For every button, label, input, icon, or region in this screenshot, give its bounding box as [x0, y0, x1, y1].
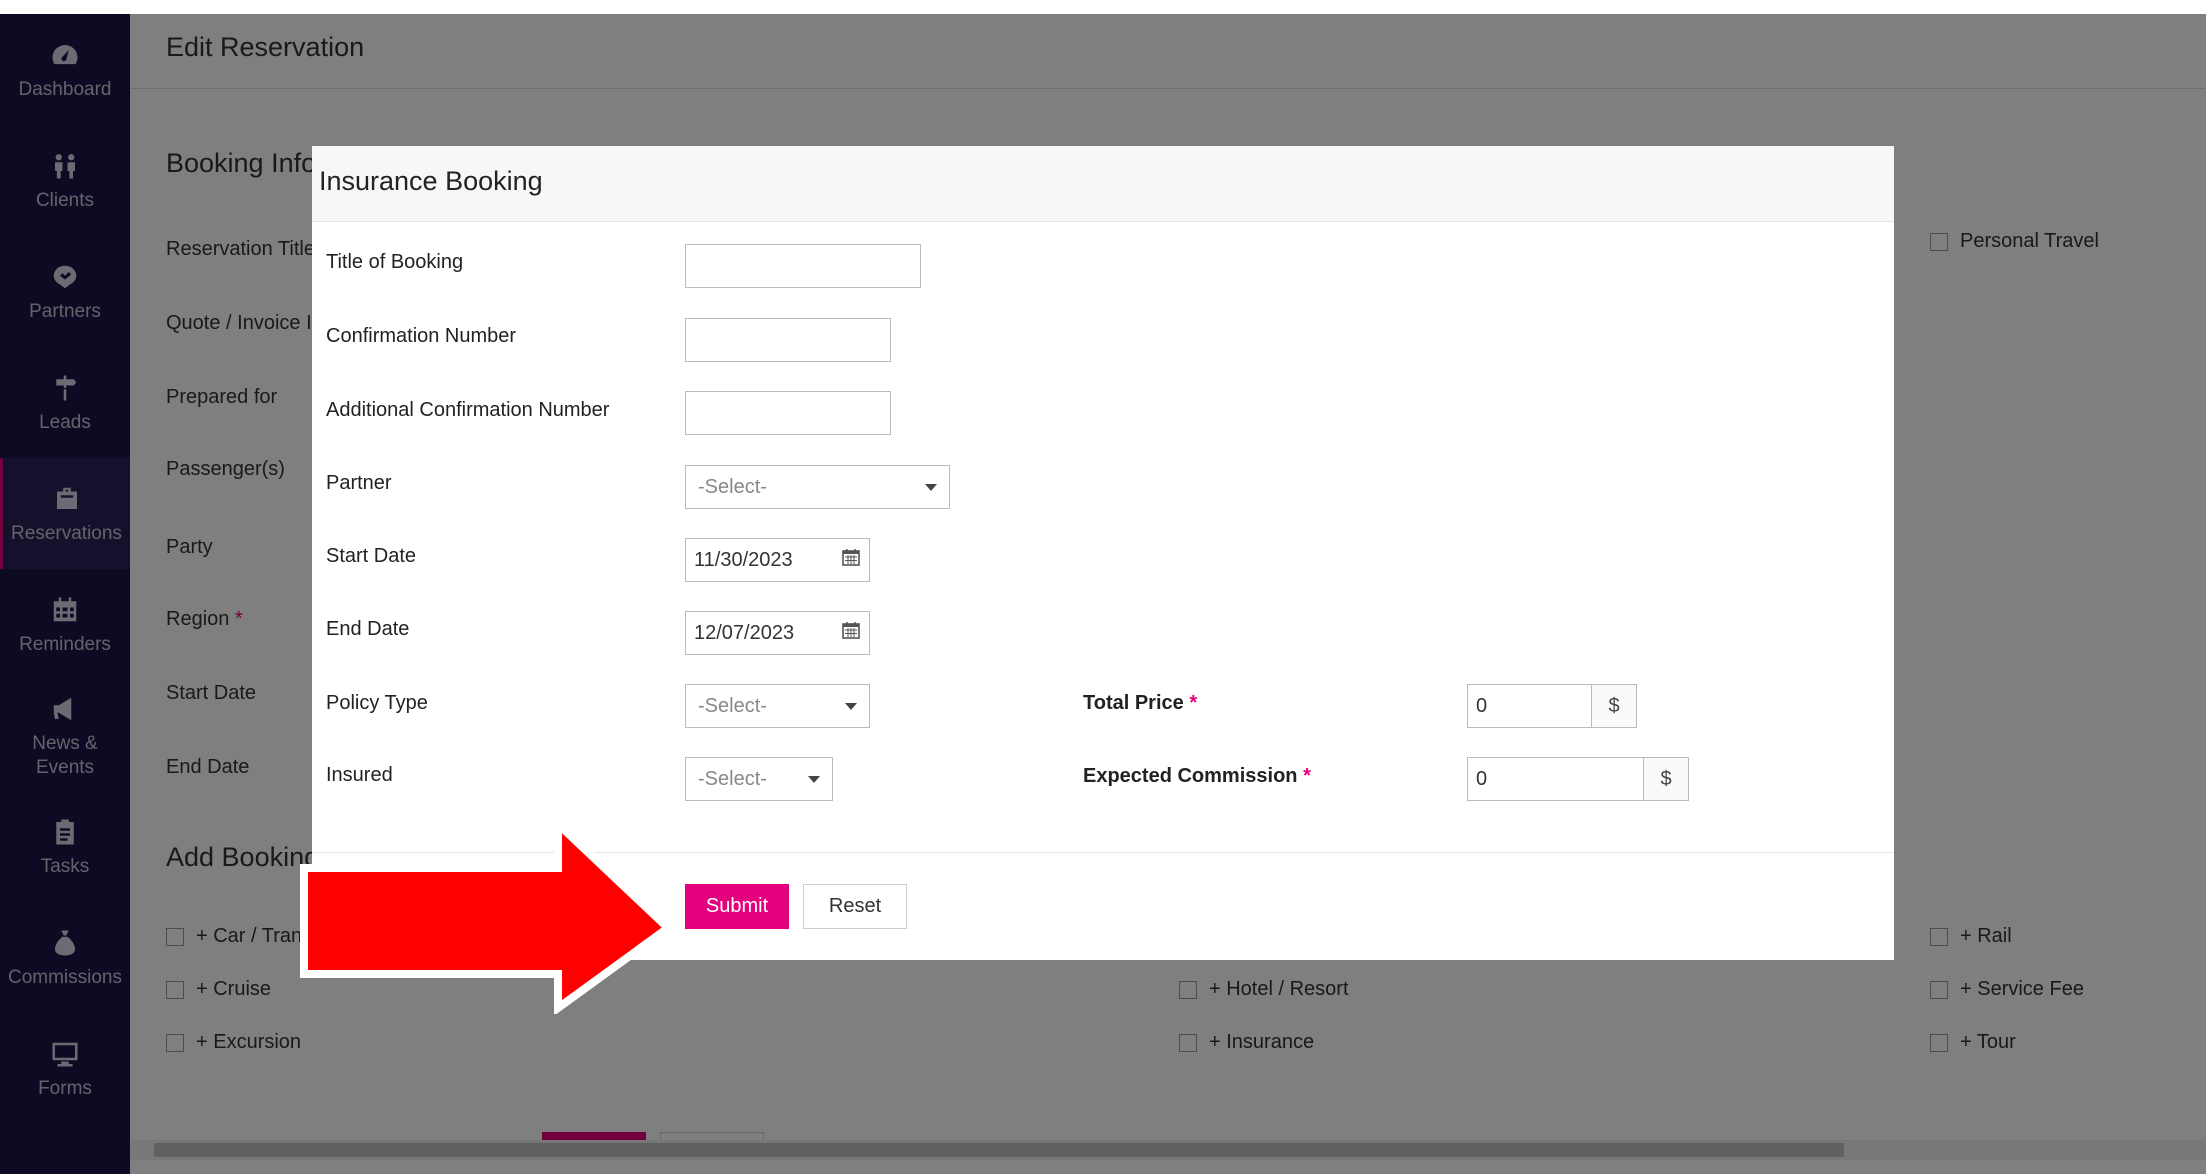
policy-type-select-value: -Select- — [698, 694, 767, 717]
currency-addon: $ — [1644, 757, 1689, 801]
policy-type-select[interactable]: -Select- — [685, 684, 870, 728]
title-of-booking-label: Title of Booking — [326, 251, 464, 273]
partner-select[interactable]: -Select- — [685, 465, 950, 509]
insured-select[interactable]: -Select- — [685, 757, 833, 801]
top-strip — [0, 0, 2206, 14]
start-date-value: 11/30/2023 — [694, 548, 793, 571]
additional-confirmation-number-label: Additional Confirmation Number — [326, 399, 610, 421]
title-of-booking-input[interactable] — [685, 244, 921, 288]
insured-select-value: -Select- — [698, 767, 767, 790]
additional-confirmation-number-input[interactable] — [685, 391, 891, 435]
chevron-down-icon — [845, 702, 857, 710]
chevron-down-icon — [808, 775, 820, 783]
partner-select-value: -Select- — [698, 475, 767, 498]
end-date-label: End Date — [326, 618, 410, 640]
start-date-label: Start Date — [326, 545, 417, 567]
confirmation-number-input[interactable] — [685, 318, 891, 362]
required-marker: * — [1189, 692, 1198, 714]
reset-button[interactable]: Reset — [803, 884, 907, 929]
total-price-label: Total Price * — [1083, 692, 1197, 715]
annotation-arrow — [300, 818, 675, 1014]
expected-commission-label-text: Expected Commission — [1083, 765, 1298, 787]
submit-button[interactable]: Submit — [685, 884, 789, 929]
expected-commission-label: Expected Commission * — [1083, 765, 1311, 788]
calendar-icon[interactable] — [841, 547, 861, 573]
expected-commission-input[interactable]: 0 — [1467, 757, 1644, 801]
end-date-input[interactable]: 12/07/2023 — [685, 611, 870, 655]
modal-title: Insurance Booking — [319, 166, 543, 196]
currency-addon: $ — [1592, 684, 1637, 728]
calendar-icon[interactable] — [841, 620, 861, 646]
partner-label: Partner — [326, 472, 392, 494]
total-price-label-text: Total Price — [1083, 692, 1184, 714]
total-price-input-group: 0 $ — [1467, 684, 1637, 728]
policy-type-label: Policy Type — [326, 692, 428, 714]
modal-header: Insurance Booking — [312, 146, 1894, 222]
confirmation-number-label: Confirmation Number — [326, 325, 517, 347]
required-marker: * — [1303, 765, 1311, 787]
chevron-down-icon — [925, 483, 937, 491]
insured-label: Insured — [326, 764, 393, 786]
end-date-value: 12/07/2023 — [694, 621, 795, 644]
expected-commission-input-group: 0 $ — [1467, 757, 1689, 801]
start-date-input[interactable]: 11/30/2023 — [685, 538, 870, 582]
total-price-input[interactable]: 0 — [1467, 684, 1592, 728]
